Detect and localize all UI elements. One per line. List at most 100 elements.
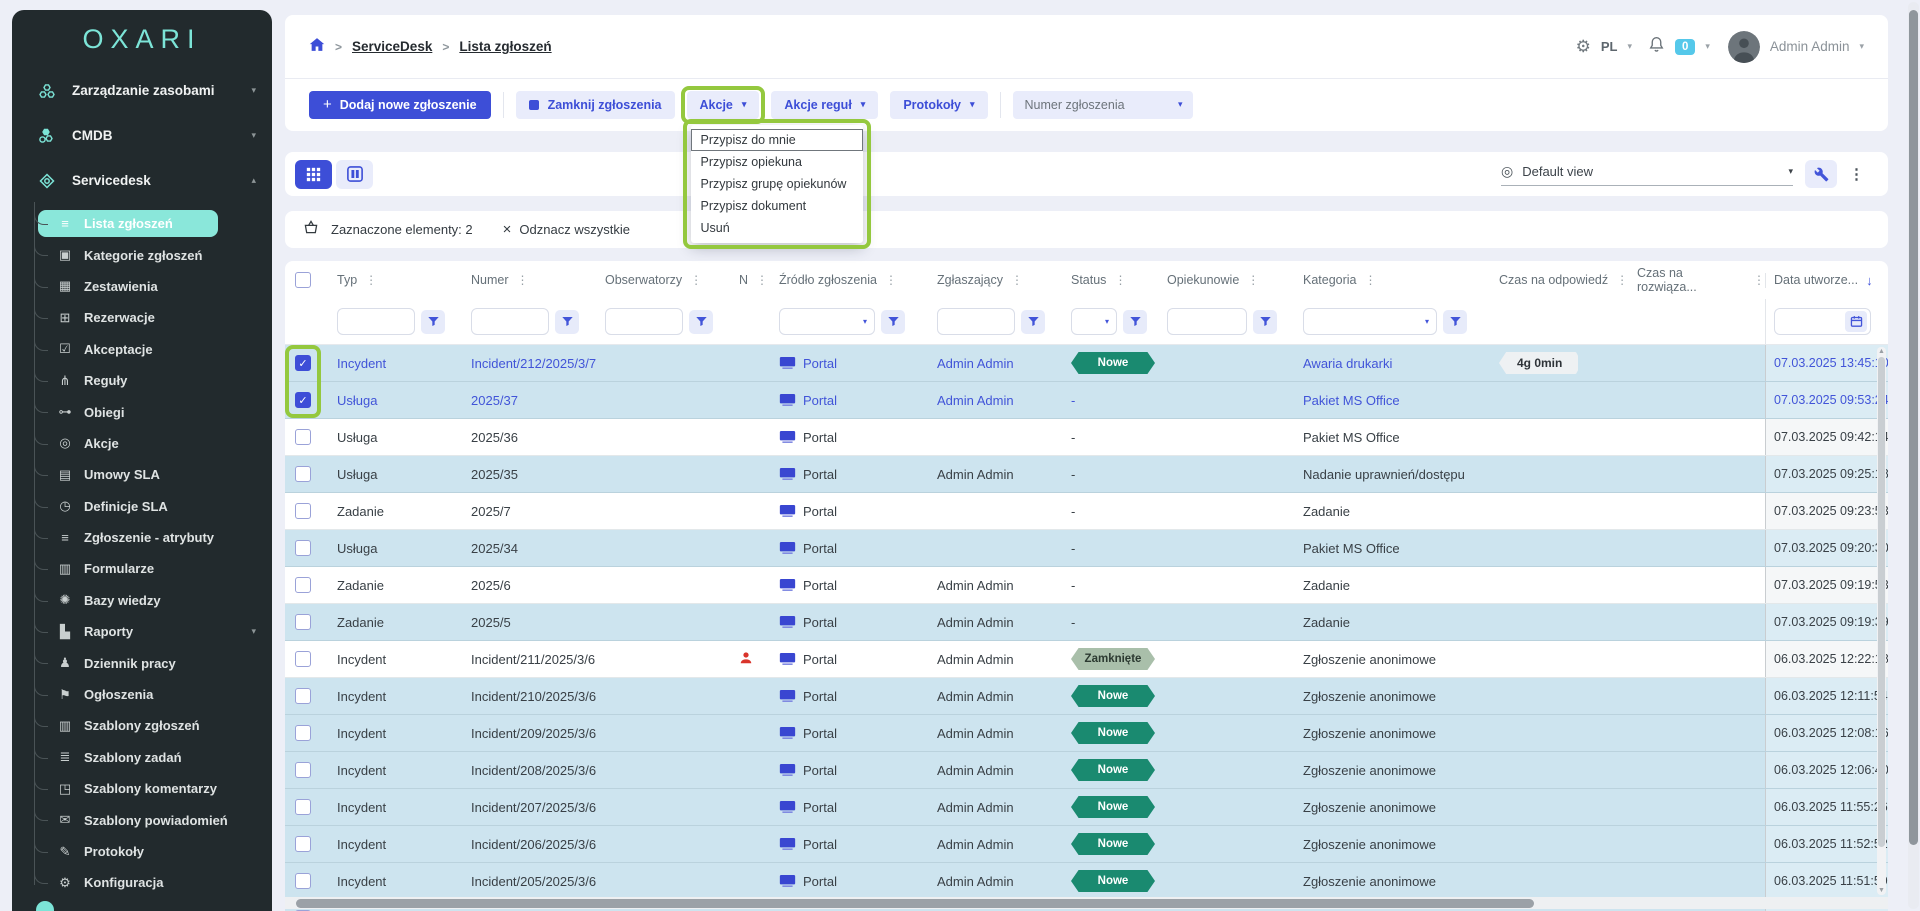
kanban-view-button[interactable] xyxy=(336,160,373,189)
column-menu-kebab[interactable]: ⋮ xyxy=(1114,273,1126,287)
table-row[interactable]: IncydentIncident/208/2025/3/6PortalAdmin… xyxy=(285,752,1888,789)
column-menu-kebab[interactable]: ⋮ xyxy=(1011,273,1023,287)
sidebar-item-zarzadzanie-zasobami[interactable]: Zarządzanie zasobami▾ xyxy=(12,68,272,113)
row-checkbox[interactable] xyxy=(295,762,311,778)
sidebar-item-raporty[interactable]: ▙Raporty▾ xyxy=(12,616,272,647)
filter-typ-input[interactable] xyxy=(337,308,415,335)
table-horizontal-scroll-thumb[interactable] xyxy=(296,899,1534,908)
column-menu-kebab[interactable]: ⋮ xyxy=(365,273,377,287)
grid-view-button[interactable] xyxy=(295,160,332,189)
table-row[interactable]: ✓Usługa2025/37PortalAdmin Admin-Pakiet M… xyxy=(285,382,1888,419)
breadcrumb-lista-zgloszen[interactable]: Lista zgłoszeń xyxy=(459,39,551,54)
sidebar-item-dziennik-pracy[interactable]: ♟Dziennik pracy xyxy=(12,647,272,678)
filter-zglaszajacy-input[interactable] xyxy=(937,308,1015,335)
filter-kategoria-select[interactable]: ▾ xyxy=(1303,308,1437,335)
filter-numer-input[interactable] xyxy=(471,308,549,335)
sidebar-item-rezerwacje[interactable]: ⊞Rezerwacje xyxy=(12,302,272,333)
sidebar-item-obiegi[interactable]: ⊶Obiegi xyxy=(12,396,272,427)
sidebar-item-szablony-zadan[interactable]: ≣Szablony zadań xyxy=(12,742,272,773)
row-checkbox[interactable] xyxy=(295,725,311,741)
menu-item-usun[interactable]: Usuń xyxy=(691,217,863,239)
row-checkbox[interactable]: ✓ xyxy=(295,392,311,408)
sidebar-item-bazy-wiedzy[interactable]: ✺Bazy wiedzy xyxy=(12,585,272,616)
menu-item-przypisz-dokument[interactable]: Przypisz dokument xyxy=(691,195,863,217)
filter-opiekunowie-input[interactable] xyxy=(1167,308,1247,335)
row-checkbox[interactable] xyxy=(295,873,311,889)
page-scroll-thumb[interactable] xyxy=(1909,10,1918,845)
sidebar-item-cmdb[interactable]: CMDB▾ xyxy=(12,113,272,158)
breadcrumb-servicedesk[interactable]: ServiceDesk xyxy=(352,39,432,54)
scroll-up-arrow[interactable]: ▲ xyxy=(1877,348,1886,355)
bell-icon[interactable] xyxy=(1648,36,1665,58)
sidebar-item-definicje-sla[interactable]: ◷Definicje SLA xyxy=(12,491,272,522)
deselect-all-button[interactable]: × Odznacz wszystkie xyxy=(503,221,630,238)
sidebar-item-akceptacje[interactable]: ☑Akceptacje xyxy=(12,334,272,365)
column-menu-kebab[interactable]: ⋮ xyxy=(1247,273,1259,287)
table-row[interactable]: IncydentIncident/206/2025/3/6PortalAdmin… xyxy=(285,826,1888,863)
sidebar-item-szablony-zgloszen[interactable]: ▥Szablony zgłoszeń xyxy=(12,710,272,741)
sidebar-item-ogloszenia[interactable]: ⚑Ogłoszenia xyxy=(12,679,272,710)
column-menu-kebab[interactable]: ⋮ xyxy=(517,273,529,287)
column-menu-kebab[interactable]: ⋮ xyxy=(885,273,897,287)
sidebar-item-servicedesk[interactable]: Servicedesk▴ xyxy=(12,158,272,203)
add-ticket-button[interactable]: + Dodaj nowe zgłoszenie xyxy=(309,91,491,119)
avatar[interactable] xyxy=(1728,31,1760,63)
row-checkbox[interactable] xyxy=(295,503,311,519)
sidebar-item-zestawienia[interactable]: ▦Zestawienia xyxy=(12,271,272,302)
row-checkbox[interactable] xyxy=(295,466,311,482)
page-scrollbar[interactable] xyxy=(1908,2,1919,909)
table-row[interactable]: Zadanie2025/6PortalAdmin Admin-Zadanie07… xyxy=(285,567,1888,604)
sidebar-item-umowy-sla[interactable]: ▤Umowy SLA xyxy=(12,459,272,490)
table-vertical-scroll-thumb[interactable] xyxy=(1878,357,1885,847)
filter-funnel-button-typ[interactable] xyxy=(421,310,445,334)
column-menu-kebab[interactable]: ⋮ xyxy=(1365,273,1377,287)
scroll-down-arrow[interactable]: ▼ xyxy=(1877,887,1886,894)
sidebar-item-formularze[interactable]: ▥Formularze xyxy=(12,553,272,584)
select-all-checkbox[interactable] xyxy=(295,272,311,288)
column-menu-kebab[interactable]: ⋮ xyxy=(690,273,702,287)
sidebar-item-konfiguracja[interactable]: ⚙Konfiguracja xyxy=(12,867,272,898)
sidebar-item-akcje[interactable]: ◎Akcje xyxy=(12,428,272,459)
table-row[interactable]: Usługa2025/36Portal-Pakiet MS Office07.0… xyxy=(285,419,1888,456)
row-checkbox[interactable] xyxy=(295,688,311,704)
rule-actions-dropdown-button[interactable]: Akcje reguł ▾ xyxy=(771,91,878,119)
filter-funnel-button-zglaszajacy[interactable] xyxy=(1021,310,1045,334)
sidebar-item-protokoly[interactable]: ✎Protokoły xyxy=(12,836,272,867)
protocols-dropdown-button[interactable]: Protokoły ▾ xyxy=(890,91,987,119)
filter-funnel-button-numer[interactable] xyxy=(555,310,579,334)
filter-data-input[interactable] xyxy=(1774,308,1871,335)
table-row[interactable]: Zadanie2025/5PortalAdmin Admin-Zadanie07… xyxy=(285,604,1888,641)
row-checkbox[interactable]: ✓ xyxy=(295,355,311,371)
filter-funnel-button-opiekunowie[interactable] xyxy=(1253,310,1277,334)
sidebar-item-kategorie-zgloszen[interactable]: ▣Kategorie zgłoszeń xyxy=(12,239,272,270)
ticket-number-input[interactable]: Numer zgłoszenia ▾ xyxy=(1013,91,1193,119)
table-row[interactable]: Usługa2025/35PortalAdmin Admin-Nadanie u… xyxy=(285,456,1888,493)
language-selector[interactable]: PL xyxy=(1601,39,1618,54)
table-vertical-scrollbar[interactable]: ▲ ▼ xyxy=(1877,347,1886,895)
row-checkbox[interactable] xyxy=(295,651,311,667)
table-row[interactable]: IncydentIncident/207/2025/3/6PortalAdmin… xyxy=(285,789,1888,826)
row-checkbox[interactable] xyxy=(295,540,311,556)
menu-item-przypisz-grupe-opiekunow[interactable]: Przypisz grupę opiekunów xyxy=(691,173,863,195)
sidebar-item-szablony-powiadomien[interactable]: ✉Szablony powiadomień xyxy=(12,804,272,835)
filter-zrodlo-select[interactable]: ▾ xyxy=(779,308,875,335)
column-menu-kebab[interactable]: ⋮ xyxy=(756,273,768,287)
configure-view-button[interactable] xyxy=(1805,160,1837,188)
sidebar-item-lista-zgloszen[interactable]: ≡Lista zgłoszeń xyxy=(12,208,272,239)
filter-obserwatorzy-input[interactable] xyxy=(605,308,683,335)
view-menu-kebab[interactable]: ⋮ xyxy=(1849,165,1864,183)
table-row[interactable]: ✓IncydentIncident/212/2025/3/7PortalAdmi… xyxy=(285,345,1888,382)
actions-dropdown-button[interactable]: Akcje ▾ xyxy=(687,91,760,119)
row-checkbox[interactable] xyxy=(295,614,311,630)
row-checkbox[interactable] xyxy=(295,799,311,815)
filter-funnel-button-kategoria[interactable] xyxy=(1443,310,1467,334)
table-row[interactable]: IncydentIncident/209/2025/3/6PortalAdmin… xyxy=(285,715,1888,752)
table-row[interactable]: IncydentIncident/205/2025/3/6PortalAdmin… xyxy=(285,863,1888,900)
table-row[interactable]: IncydentIncident/210/2025/3/6PortalAdmin… xyxy=(285,678,1888,715)
row-checkbox[interactable] xyxy=(295,429,311,445)
home-icon[interactable] xyxy=(309,37,325,57)
column-menu-kebab[interactable]: ⋮ xyxy=(1616,273,1628,287)
table-row[interactable]: IncydentIncident/211/2025/3/6PortalAdmin… xyxy=(285,641,1888,678)
filter-funnel-button-status[interactable] xyxy=(1123,310,1147,334)
sort-desc-icon[interactable]: ↓ xyxy=(1866,273,1873,288)
